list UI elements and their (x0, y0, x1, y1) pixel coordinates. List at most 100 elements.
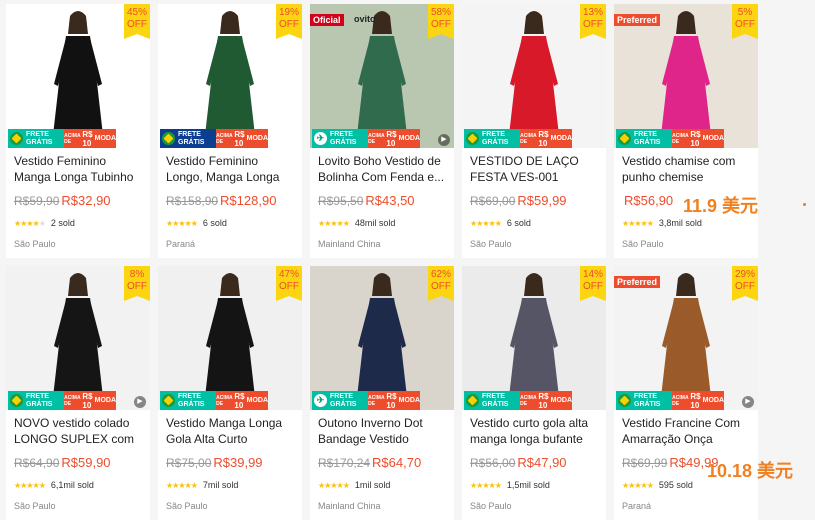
seller-location: São Paulo (470, 501, 512, 511)
sale-price: R$56,90 (624, 193, 674, 208)
free-shipping-banner: FRETE GRÁTIS ACIMA DE R$ 10 MODA (8, 391, 116, 410)
original-price: R$69,00 (470, 194, 516, 208)
product-title[interactable]: NOVO vestido colado LONGO SUPLEX com fen… (14, 416, 144, 448)
sold-count: 6 sold (202, 218, 227, 228)
brazil-flag-icon (466, 132, 479, 145)
official-tag: Oficial (310, 14, 344, 26)
original-price: R$56,00 (470, 456, 516, 470)
sold-count: 6 sold (506, 218, 531, 228)
product-card[interactable]: 47% OFF FRETE GRÁTIS ACIMA DE R$ 10 MODA Ves… (158, 266, 302, 520)
annotation-price-2: 10.18 美元 (707, 461, 794, 481)
original-price: R$95,50 (318, 194, 364, 208)
price-row: R$69,00 R$59,99 (470, 193, 567, 208)
free-shipping-banner: FRETE GRÁTIS ACIMA DE R$ 10 MODA (616, 129, 724, 148)
rating-row: ★★★★★ 6 sold (166, 218, 227, 228)
video-play-icon[interactable]: ▶ (742, 396, 754, 408)
star-rating-icon: ★★★★★ (166, 219, 198, 228)
free-shipping-banner: FRETE GRÁTIS ACIMA DE R$ 10 MODA (464, 391, 572, 410)
free-shipping-banner: ✈ FRETE GRÁTIS ACIMA DE R$ 10 MODA (312, 129, 420, 148)
seller-location: São Paulo (622, 239, 664, 249)
discount-badge: 29% OFF (732, 266, 758, 301)
preferred-tag: Preferred (614, 14, 661, 26)
product-title[interactable]: Outono Inverno Dot Bandage Vestido Mulhe… (318, 416, 448, 448)
product-card[interactable]: 8% OFF FRETE GRÁTIS ACIMA DE R$ 10 MODA ▶ NOV… (6, 266, 150, 520)
star-rating-icon: ★★★★★ (470, 481, 502, 490)
price-row: R$59,90 R$32,90 (14, 193, 111, 208)
brazil-flag-icon (618, 394, 631, 407)
sold-count: 7mil sold (202, 480, 239, 490)
star-rating-icon: ★★★★★ (470, 219, 502, 228)
product-card[interactable]: 5% OFF Preferred FRETE GRÁTIS ACIMA DE R$ 10… (614, 4, 758, 258)
rating-row: ★★★★★ 2 sold (14, 218, 75, 228)
star-rating-icon: ★★★★★ (166, 481, 198, 490)
sold-count: 595 sold (658, 480, 693, 490)
rating-row: ★★★★★ 1mil sold (318, 480, 390, 490)
airplane-icon: ✈ (314, 394, 327, 407)
brazil-flag-icon (10, 132, 23, 145)
product-card[interactable]: 13% OFF FRETE GRÁTIS ACIMA DE R$ 10 MODA VES… (462, 4, 606, 258)
star-rating-icon: ★★★★★ (14, 219, 46, 228)
discount-badge: 14% OFF (580, 266, 606, 301)
product-card[interactable]: 58% OFF Oficial ovito ✈ FRETE GRÁTIS ACIMA DE… (310, 4, 454, 258)
discount-badge: 47% OFF (276, 266, 302, 301)
star-rating-icon: ★★★★★ (622, 481, 654, 490)
sale-price: R$59,99 (517, 193, 567, 208)
sold-count: 1,5mil sold (506, 480, 550, 490)
sold-count: 3,8mil sold (658, 218, 702, 228)
rating-row: ★★★★★ 1,5mil sold (470, 480, 550, 490)
original-price: R$158,90 (166, 194, 219, 208)
product-card[interactable]: 14% OFF FRETE GRÁTIS ACIMA DE R$ 10 MODA Ves… (462, 266, 606, 520)
sold-count: 2 sold (50, 218, 75, 228)
star-rating-icon: ★★★★★ (622, 219, 654, 228)
free-shipping-banner: FRETE GRÁTIS ACIMA DE R$ 10 MODA (616, 391, 724, 410)
rating-row: ★★★★★ 6 sold (470, 218, 531, 228)
seller-location: Paraná (166, 239, 196, 249)
product-title[interactable]: Vestido Francine Com Amarração Onça Gran… (622, 416, 752, 448)
free-shipping-banner: FRETE GRÁTIS ACIMA DE R$ 10 MODA (160, 391, 268, 410)
rating-row: ★★★★★ 48mil sold (318, 218, 395, 228)
brazil-flag-icon (10, 394, 23, 407)
seller-location: Paraná (622, 501, 652, 511)
original-price: R$75,00 (166, 456, 212, 470)
product-card[interactable]: 19% OFF FRETE GRÁTIS ACIMA DE R$ 10 MODA Ves… (158, 4, 302, 258)
original-price: R$69,99 (622, 456, 668, 470)
video-play-icon[interactable]: ▶ (438, 134, 450, 146)
product-title[interactable]: Vestido Manga Longa Gola Alta Curto Tubi… (166, 416, 296, 448)
product-title[interactable]: VESTIDO DE LAÇO FESTA VES-001 (470, 154, 600, 186)
free-shipping-banner: FRETE GRÁTIS ACIMA DE R$ 10 MODA (464, 129, 572, 148)
price-row: R$56,00 R$47,90 (470, 455, 567, 470)
seller-location: São Paulo (14, 501, 56, 511)
product-title[interactable]: Vestido Feminino Longo, Manga Longa 055 (166, 154, 296, 186)
sale-price: R$43,50 (365, 193, 415, 208)
product-title[interactable]: Vestido Feminino Manga Longa Tubinho (14, 154, 144, 186)
star-rating-icon: ★★★★★ (318, 219, 350, 228)
price-row: R$75,00 R$39,99 (166, 455, 263, 470)
product-card[interactable]: 62% OFF ✈ FRETE GRÁTIS ACIMA DE R$ 10 MODA Ou… (310, 266, 454, 520)
discount-badge: 58% OFF (428, 4, 454, 39)
product-title[interactable]: Vestido curto gola alta manga longa bufa… (470, 416, 600, 448)
product-title[interactable]: Lovito Boho Vestido de Bolinha Com Fenda… (318, 154, 448, 186)
seller-location: São Paulo (166, 501, 208, 511)
sale-price: R$128,90 (220, 193, 277, 208)
rating-row: ★★★★★ 3,8mil sold (622, 218, 702, 228)
free-shipping-banner: FRETE GRÁTIS ACIMA DE R$ 10 MODA (8, 129, 116, 148)
star-rating-icon: ★★★★★ (318, 481, 350, 490)
product-card[interactable]: 45% OFF FRETE GRÁTIS ACIMA DE R$ 10 MODA Ves… (6, 4, 150, 258)
rating-row: ★★★★★ 6,1mil sold (14, 480, 94, 490)
discount-badge: 8% OFF (124, 266, 150, 301)
preferred-tag: Preferred (614, 276, 661, 288)
product-title[interactable]: Vestido chamise com punho chemise (622, 154, 752, 186)
seller-location: São Paulo (470, 239, 512, 249)
discount-badge: 19% OFF (276, 4, 302, 39)
star-rating-icon: ★★★★★ (14, 481, 46, 490)
brazil-flag-icon (162, 394, 175, 407)
brazil-flag-icon (162, 132, 175, 145)
price-row: R$56,90 (622, 193, 673, 208)
discount-badge: 45% OFF (124, 4, 150, 39)
free-shipping-banner: ✈ FRETE GRÁTIS ACIMA DE R$ 10 MODA (312, 391, 420, 410)
original-price: R$64,90 (14, 456, 60, 470)
video-play-icon[interactable]: ▶ (134, 396, 146, 408)
annotation-price-1: 11.9 美元 (683, 196, 759, 216)
seller-location: São Paulo (14, 239, 56, 249)
price-row: R$64,90 R$59,90 (14, 455, 111, 470)
